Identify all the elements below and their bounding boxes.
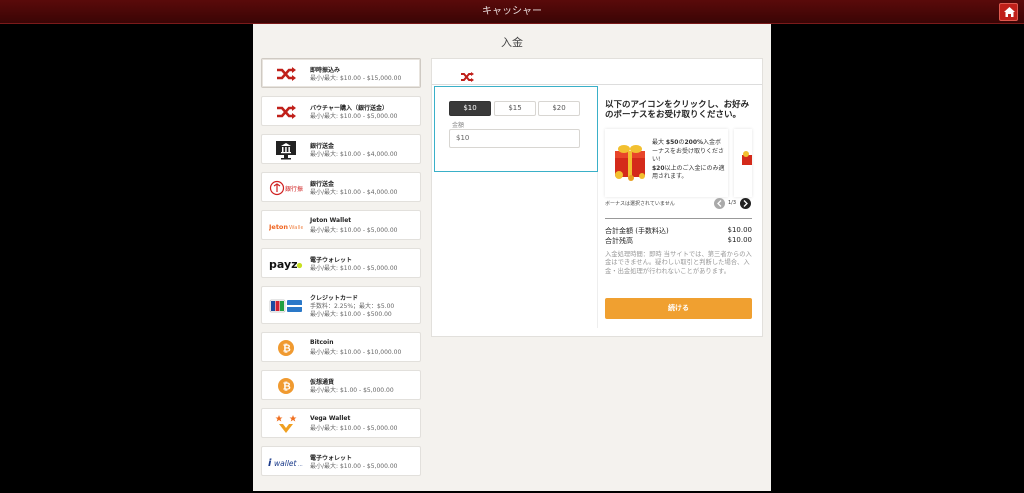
deposit-info-text: 入金処理時間：即時 当サイトでは、第三者からの入金はできません。疑わしい取引と判… (605, 251, 752, 275)
svg-text:₿: ₿ (283, 343, 291, 355)
no-bonus-text: ボーナスは選択されていません (605, 201, 675, 207)
column-divider (597, 172, 598, 328)
payment-method-limit: 最小/最大: $10.00 - $15,000.00 (310, 75, 402, 82)
payz-logo: payz (268, 253, 304, 275)
gift-box-icon (742, 151, 752, 165)
payment-method-limit: 最小/最大: $10.00 - $4,000.00 (310, 189, 398, 196)
payment-method-item[interactable]: 銀行送金 最小/最大: $10.00 - $4,000.00 (261, 134, 421, 164)
bank-monitor-icon (268, 139, 304, 161)
panel-title: 入金 (501, 36, 523, 49)
bank-transfer-logo: 銀行振込 (268, 177, 304, 199)
total-balance-label: 合計残高 (605, 237, 633, 245)
pager-next-button[interactable] (740, 198, 751, 209)
amount-section: $10 $15 $20 金額 $10 (434, 86, 598, 172)
amount-option-10[interactable]: $10 (449, 101, 491, 116)
payment-method-limit: 最小/最大: $10.00 - $500.00 (310, 311, 392, 318)
payment-method-item[interactable]: JetonWalletJeton Wallet最小/最大: $10.00 - $… (261, 210, 421, 240)
jeton-logo: JetonWallet (268, 215, 304, 237)
selected-method-header (432, 59, 762, 85)
payment-method-name: Vega Wallet (310, 415, 351, 422)
bonus-card-next[interactable] (734, 129, 752, 197)
total-amount-row: 合計金額 (手数料込) $10.00 (605, 226, 752, 236)
bonus-pager: 1/3 (714, 198, 754, 210)
payment-method-limit: 最小/最大: $10.00 - $10,000.00 (310, 349, 402, 356)
cashier-panel: 入金 即時振込み 最小/最大: $10.00 - $15,000.00 バウチャー購… (253, 24, 771, 491)
bonus-card-text: 最大 $50の200%入金ボーナスをお受け取りください! $20以上のご入金にの… (652, 139, 725, 180)
payment-method-item[interactable]: 即時振込み 最小/最大: $10.00 - $15,000.00 (261, 58, 421, 88)
chevron-right-icon (743, 200, 748, 207)
vega-logo (268, 413, 304, 435)
gift-box-icon (615, 145, 645, 181)
svg-text:Jeton: Jeton (269, 223, 288, 231)
payment-method-item[interactable]: バウチャー購入（銀行送金） 最小/最大: $10.00 - $5,000.00 (261, 96, 421, 126)
bonus-card[interactable]: 最大 $50の200%入金ボーナスをお受け取りください! $20以上のご入金にの… (605, 129, 728, 197)
payment-method-name: Bitcoin (310, 339, 334, 346)
payment-method-name: Jeton Wallet (310, 217, 352, 224)
home-button[interactable] (999, 3, 1018, 21)
pager-prev-button[interactable] (714, 198, 725, 209)
svg-text:wallet: wallet (274, 459, 298, 468)
amount-label: 金額 (452, 122, 465, 129)
payment-method-limit: 最小/最大: $10.00 - $5,000.00 (310, 113, 398, 120)
amount-input[interactable]: $10 (449, 129, 580, 148)
home-icon (1004, 7, 1015, 17)
svg-text:Wallet: Wallet (289, 225, 303, 231)
header-title: キャッシャー (482, 6, 542, 17)
shuffle-icon (268, 101, 304, 123)
payment-method-limit: 最小/最大: $1.00 - $5,000.00 (310, 387, 394, 394)
total-balance-value: $10.00 (727, 236, 753, 244)
total-amount-value: $10.00 (727, 226, 753, 234)
payment-method-limit: 最小/最大: $10.00 - $5,000.00 (310, 265, 398, 272)
amount-option-20[interactable]: $20 (538, 101, 580, 116)
payment-method-item[interactable]: payz 電子ウォレット 最小/最大: $10.00 - $5,000.00 (261, 248, 421, 278)
payment-method-limit: 最小/最大: $10.00 - $4,000.00 (310, 151, 398, 158)
svg-text:₿: ₿ (283, 381, 291, 393)
pager-count: 1/3 (728, 200, 737, 206)
payment-method-item[interactable]: Vega Wallet 最小/最大: $10.00 - $5,000.00 (261, 408, 421, 438)
bonus-title: 以下のアイコンをクリックし、お好みのボーナスをお受け取りください。 (605, 100, 750, 120)
top-bar: キャッシャー (0, 0, 1024, 24)
payment-method-item[interactable]: クレジットカード 手数料：2.25%；最大：$5.00 最小/最大: $10.00 … (261, 286, 421, 324)
payment-method-limit: 最小/最大: $10.00 - $5,000.00 (310, 425, 398, 432)
payment-method-limit: 最小/最大: $10.00 - $5,000.00 (310, 463, 398, 470)
total-balance-row: 合計残高 $10.00 (605, 236, 752, 246)
summary-separator (605, 218, 752, 219)
svg-text:i: i (268, 458, 272, 468)
shuffle-icon (460, 67, 474, 86)
chevron-left-icon (717, 200, 722, 207)
bitcoin-icon: ₿ (268, 337, 304, 359)
payment-method-item[interactable]: i wallet... 電子ウォレット 最小/最大: $10.00 - $5,000.… (261, 446, 421, 476)
svg-text:payz: payz (269, 258, 298, 271)
svg-text:銀行振込: 銀行振込 (285, 185, 303, 193)
svg-text:...: ... (298, 462, 303, 468)
deposit-content: $10 $15 $20 金額 $10 以下のアイコンをクリックし、お好みのボーナ… (431, 58, 763, 337)
bitcoin-icon: ₿ (268, 375, 304, 397)
payment-method-item[interactable]: ₿ 仮想通貨 最小/最大: $1.00 - $5,000.00 (261, 370, 421, 400)
credit-card-logo (268, 295, 304, 317)
payment-method-item[interactable]: ₿ Bitcoin 最小/最大: $10.00 - $10,000.00 (261, 332, 421, 362)
payment-method-limit: 最小/最大: $10.00 - $5,000.00 (310, 227, 398, 234)
iwallet-logo: i wallet... (268, 451, 304, 473)
amount-option-15[interactable]: $15 (494, 101, 536, 116)
continue-button[interactable]: 続ける (605, 298, 752, 319)
shuffle-icon (268, 63, 304, 85)
total-amount-label: 合計金額 (手数料込) (605, 227, 669, 235)
payment-method-item[interactable]: 銀行振込銀行送金最小/最大: $10.00 - $4,000.00 (261, 172, 421, 202)
